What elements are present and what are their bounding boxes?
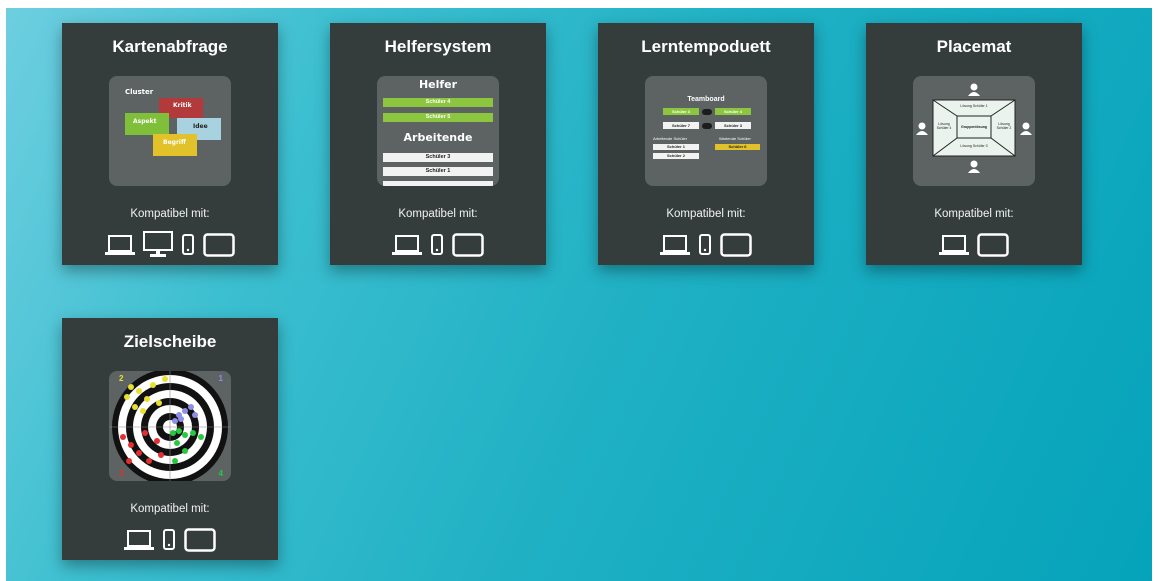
worker-row: Schüler 3 bbox=[383, 153, 493, 162]
tool-card-helfersystem[interactable]: Helfersystem Helfer Schüler 4 Schüler 5 … bbox=[330, 23, 546, 265]
device-list bbox=[598, 231, 814, 259]
tool-card-zielscheibe[interactable]: Zielscheibe 2 1 3 4 Kompatibel mit: bbox=[62, 318, 278, 560]
kartenabfrage-preview: Cluster Kritik Aspekt Idee Begriff bbox=[109, 76, 231, 186]
zielscheibe-preview: 2 1 3 4 bbox=[109, 371, 231, 481]
cluster-label: Cluster bbox=[125, 88, 154, 96]
tool-card-placemat[interactable]: Placemat Lösung Schüler 1 Lösung Schüler… bbox=[866, 23, 1082, 265]
tablet-icon bbox=[452, 233, 484, 257]
arbeitende-heading: Arbeitende bbox=[403, 131, 473, 144]
compat-label: Kompatibel mit: bbox=[934, 208, 1014, 220]
placemat-preview: Lösung Schüler 1 Lösung Schüler 4 Gruppe… bbox=[913, 76, 1035, 186]
target-diagram bbox=[109, 371, 231, 481]
device-list bbox=[62, 231, 278, 259]
card-title: Lerntempoduett bbox=[641, 37, 771, 56]
lerntempoduett-preview: Teamboard Schüler 3 Schüler 4 Schüler 7 … bbox=[645, 76, 767, 186]
note-aspekt: Aspekt bbox=[125, 113, 169, 135]
note-begriff: Begriff bbox=[153, 134, 197, 156]
helper-row: Schüler 5 bbox=[383, 113, 493, 122]
tablet-icon bbox=[184, 528, 216, 552]
placemat-diagram bbox=[916, 83, 1032, 173]
tablet-icon bbox=[203, 233, 235, 257]
monitor-icon bbox=[143, 231, 173, 257]
helfer-heading: Helfer bbox=[418, 78, 458, 91]
worker-row: Schüler 1 bbox=[383, 167, 493, 176]
device-list bbox=[62, 526, 278, 554]
laptop-icon bbox=[392, 235, 422, 255]
phone-icon bbox=[163, 529, 175, 550]
card-title: Helfersystem bbox=[384, 37, 492, 56]
laptop-icon bbox=[939, 235, 969, 255]
teamboard-heading: Teamboard bbox=[687, 96, 725, 103]
laptop-icon bbox=[660, 235, 690, 255]
device-list bbox=[866, 231, 1082, 259]
phone-icon bbox=[182, 234, 194, 255]
tablet-icon bbox=[720, 233, 752, 257]
helper-row: Schüler 4 bbox=[383, 98, 493, 107]
handshake-icon bbox=[702, 123, 712, 129]
helfersystem-preview: Helfer Schüler 4 Schüler 5 Arbeitende Sc… bbox=[377, 76, 499, 186]
tool-card-lerntempoduett[interactable]: Lerntempoduett Teamboard Schüler 3 Schül… bbox=[598, 23, 814, 265]
tool-card-kartenabfrage[interactable]: Kartenabfrage Cluster Kritik Aspekt Idee… bbox=[62, 23, 278, 265]
card-title: Kartenabfrage bbox=[112, 37, 228, 56]
compat-label: Kompatibel mit: bbox=[130, 208, 210, 220]
laptop-icon bbox=[124, 530, 154, 550]
compat-label: Kompatibel mit: bbox=[666, 208, 746, 220]
tablet-icon bbox=[977, 233, 1009, 257]
card-title: Placemat bbox=[936, 37, 1012, 56]
device-list bbox=[330, 231, 546, 259]
card-title: Zielscheibe bbox=[123, 332, 217, 351]
compat-label: Kompatibel mit: bbox=[398, 208, 478, 220]
compat-label: Kompatibel mit: bbox=[130, 503, 210, 515]
handshake-icon bbox=[702, 109, 712, 115]
laptop-icon bbox=[105, 235, 135, 255]
phone-icon bbox=[431, 234, 443, 255]
phone-icon bbox=[699, 234, 711, 255]
